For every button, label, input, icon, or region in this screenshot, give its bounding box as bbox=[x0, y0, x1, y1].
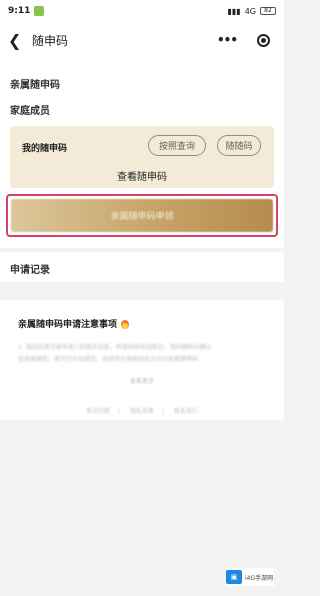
status-time: 9:11 bbox=[8, 6, 31, 16]
watermark-text: i4G手游网 bbox=[245, 574, 274, 582]
page-title: 随申码 bbox=[32, 33, 69, 48]
status-bar: 9:11 ▮▮▮ 4G 82 bbox=[0, 0, 284, 22]
notes-title-text: 亲属随申码申请注意事项 bbox=[18, 320, 118, 330]
footer-link[interactable]: 联系我们 bbox=[174, 408, 198, 415]
footer-links: 常见问题 | 隐私政策 | 联系我们 bbox=[86, 408, 198, 415]
notes-line: 信息准确性，填写完毕后提交，系统将在审核后显示对应亲属随申码 bbox=[18, 356, 199, 363]
records-section: 申请记录 bbox=[0, 252, 284, 282]
member-code-button[interactable]: 随随码 bbox=[217, 135, 261, 156]
notification-icon bbox=[34, 6, 45, 16]
watermark-logo-icon: ▣ bbox=[226, 570, 242, 584]
section-title-family-code: 亲属随申码 bbox=[10, 80, 60, 91]
section-title-family-members: 家庭成员 bbox=[10, 106, 50, 117]
notes-line: 1. 请如实填写被申请人的真实信息，申请后将自动提交，请仔细核对确认 bbox=[18, 344, 212, 351]
network-type: 4G bbox=[244, 6, 256, 16]
family-code-section: 亲属随申码 家庭成员 我的随申码 按照查询 随随码 查看随申码 亲属随申码申领 bbox=[0, 58, 284, 248]
my-code-label: 我的随申码 bbox=[22, 144, 68, 154]
fire-icon bbox=[121, 320, 130, 329]
my-code-card: 我的随申码 按照查询 随随码 查看随申码 bbox=[10, 126, 274, 188]
battery-icon: 82 bbox=[260, 7, 276, 15]
proxy-query-button[interactable]: 按照查询 bbox=[148, 135, 206, 156]
signal-icon: ▮▮▮ bbox=[227, 6, 241, 16]
notes-section: 亲属随申码申请注意事项 1. 请如实填写被申请人的真实信息，申请后将自动提交，请… bbox=[0, 300, 284, 420]
footer-link[interactable]: 常见问题 bbox=[86, 408, 110, 415]
notes-title: 亲属随申码申请注意事项 bbox=[18, 317, 130, 330]
footer-link[interactable]: 隐私政策 bbox=[130, 408, 154, 415]
notes-body: 1. 请如实填写被申请人的真实信息，申请后将自动提交，请仔细核对确认 信息准确性… bbox=[18, 342, 268, 366]
mini-program-capsule: ••• bbox=[217, 33, 276, 47]
notes-more-link[interactable]: 查看更多 bbox=[0, 376, 284, 385]
view-code-link[interactable]: 查看随申码 bbox=[10, 168, 274, 183]
nav-bar: ❮ 随申码 ••• bbox=[0, 22, 284, 58]
back-icon[interactable]: ❮ bbox=[8, 31, 26, 50]
site-watermark: ▣ i4G手游网 bbox=[226, 568, 274, 586]
status-indicators: ▮▮▮ 4G 82 bbox=[227, 7, 276, 16]
apply-button-highlight: 亲属随申码申领 bbox=[6, 194, 278, 237]
apply-family-code-button[interactable]: 亲属随申码申领 bbox=[11, 199, 273, 232]
close-program-icon[interactable] bbox=[257, 33, 270, 47]
more-icon[interactable]: ••• bbox=[217, 33, 238, 47]
section-title-records: 申请记录 bbox=[10, 265, 50, 276]
